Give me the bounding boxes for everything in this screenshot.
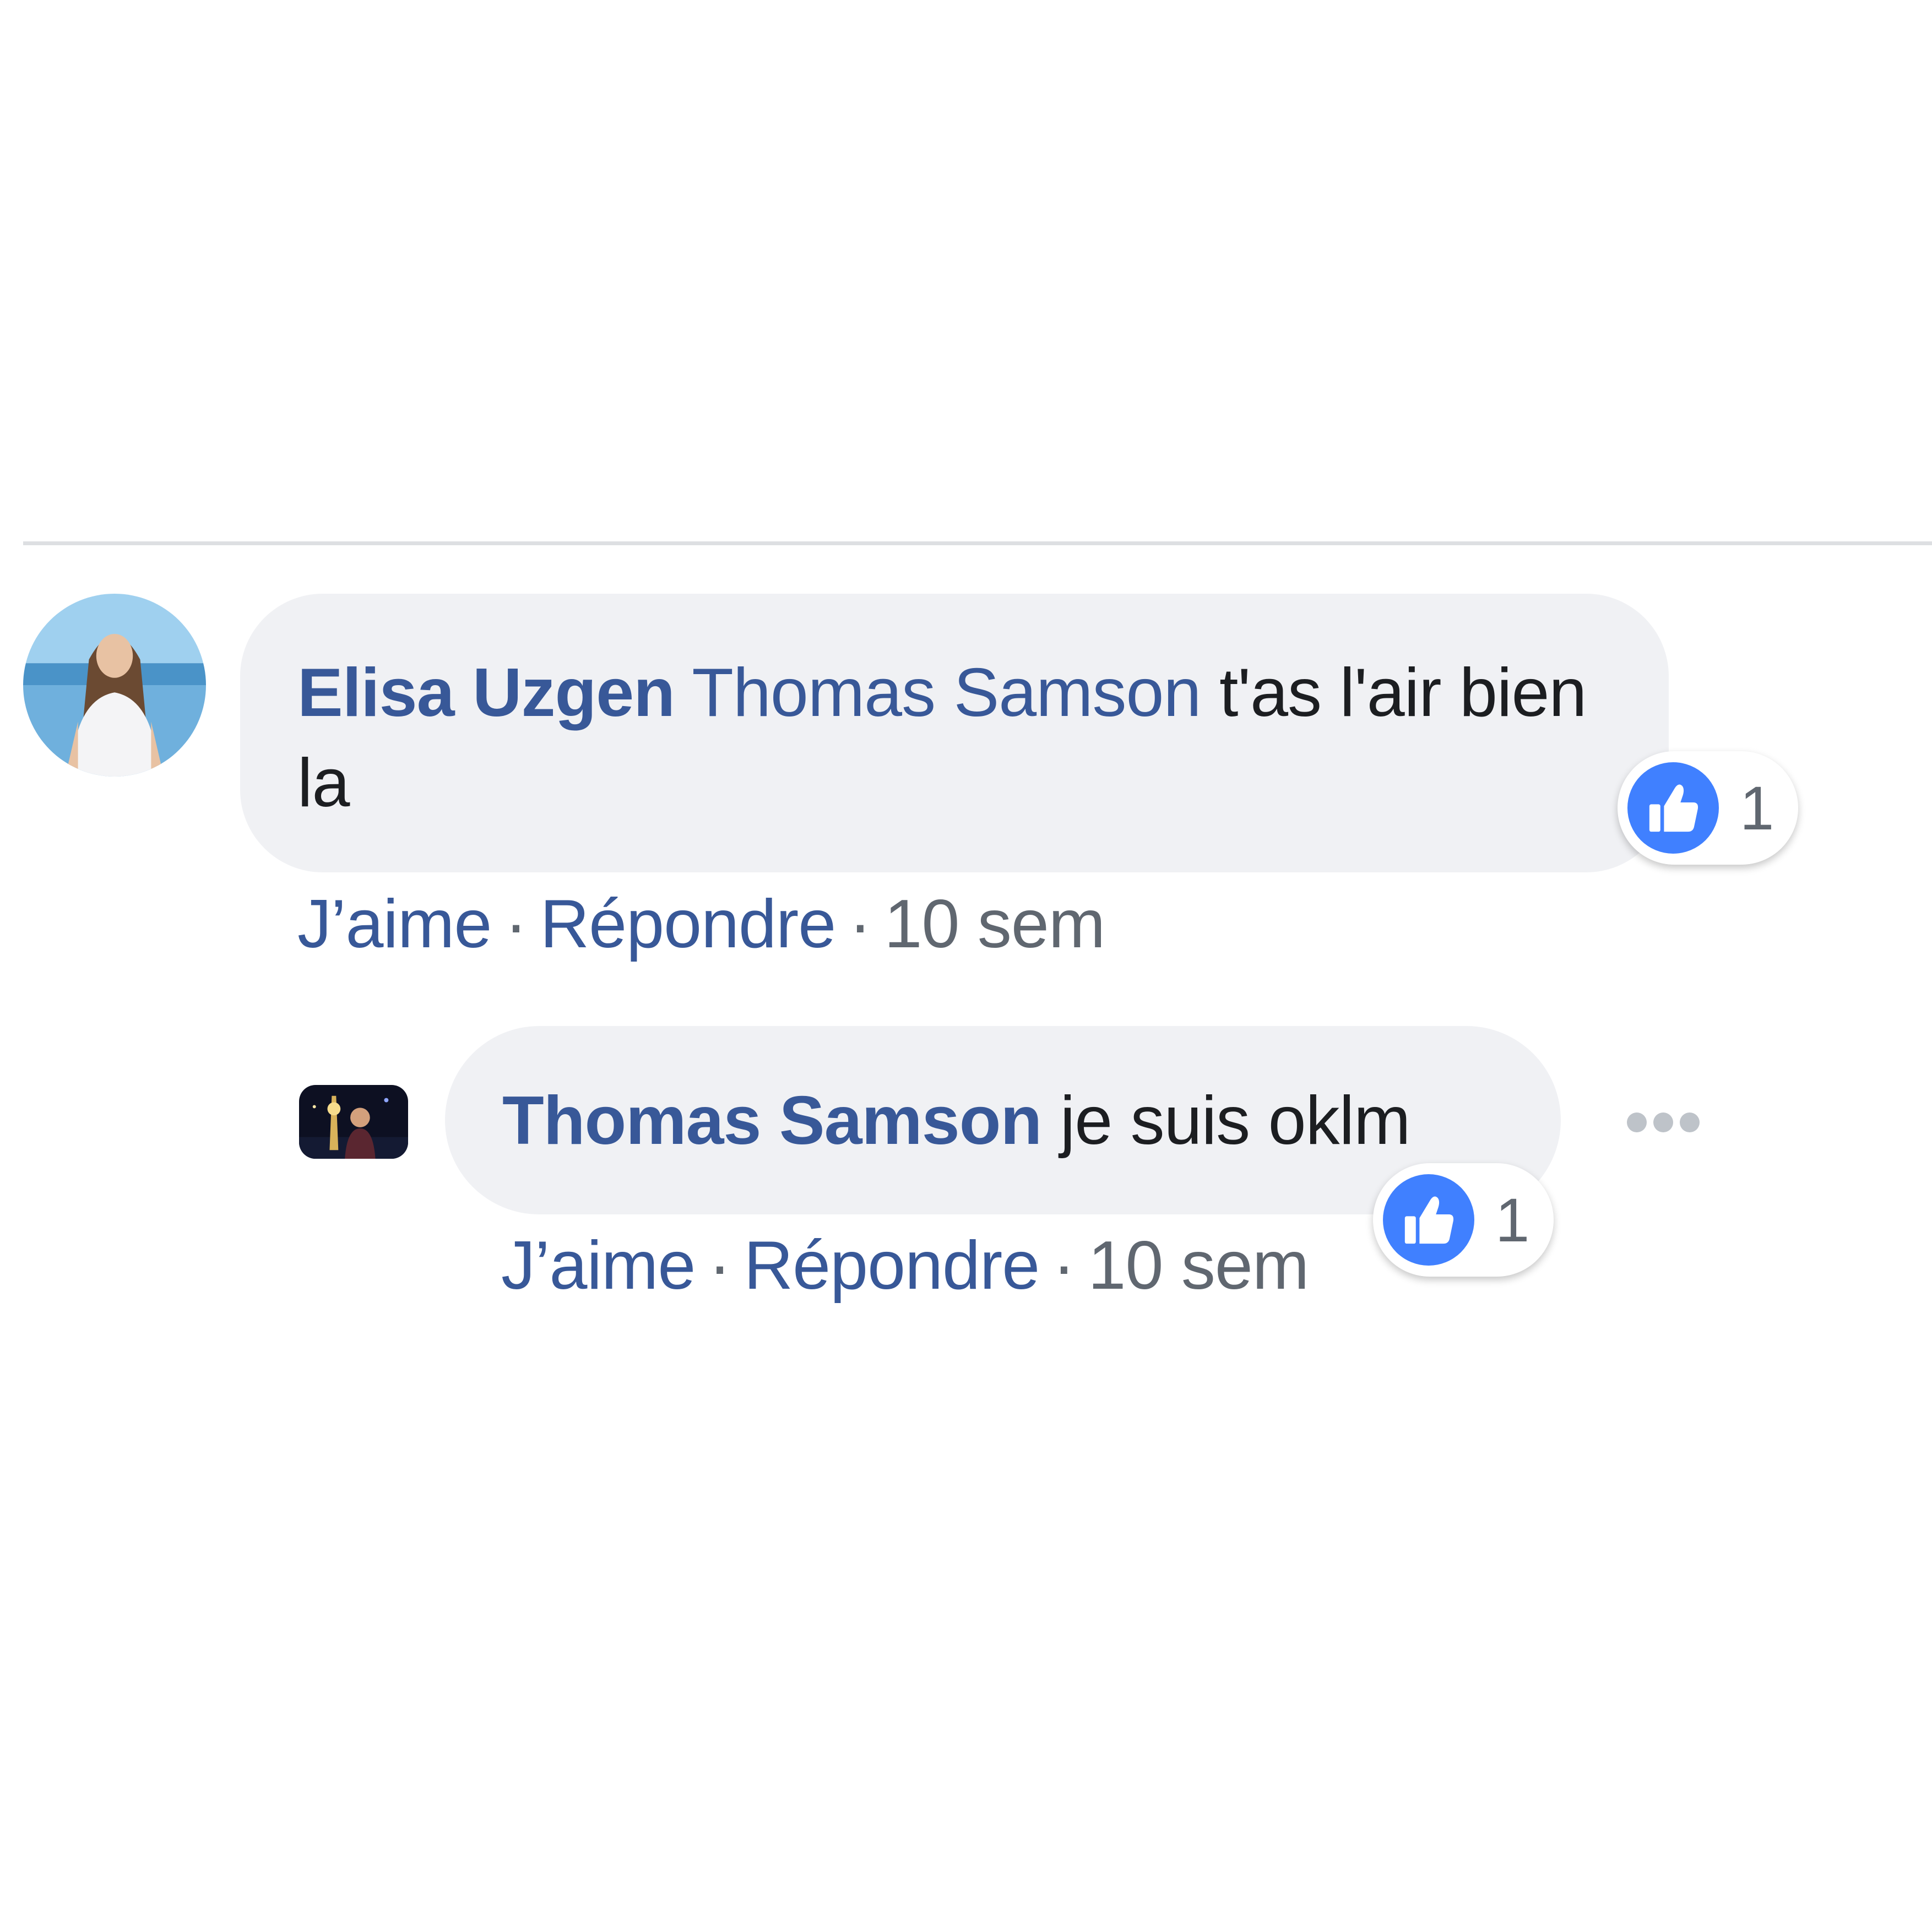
separator-dot: · (849, 886, 871, 962)
comment-text: je suis oklm (1060, 1083, 1411, 1159)
reaction-badge[interactable]: 1 (1373, 1163, 1554, 1277)
more-options-icon[interactable] (1625, 1107, 1702, 1138)
comment-actions: J’aime · Répondre · 10 sem (501, 1224, 1309, 1307)
comment-bubble: Elisa Uzgen Thomas Samson t'as l'air bie… (240, 594, 1669, 872)
avatar[interactable] (23, 594, 206, 777)
like-link[interactable]: J’aime (501, 1228, 696, 1304)
separator-dot: · (708, 1228, 731, 1304)
avatar-photo (299, 1085, 408, 1159)
reply-link[interactable]: Répondre (540, 886, 837, 962)
thumbs-up-icon (1383, 1174, 1474, 1266)
timestamp[interactable]: 10 sem (884, 886, 1106, 962)
thumbs-up-icon (1627, 762, 1719, 854)
separator-dot: · (504, 886, 527, 962)
comment-author[interactable]: Elisa Uzgen (297, 655, 675, 731)
reaction-count: 1 (1740, 774, 1774, 843)
avatar-photo (23, 594, 206, 777)
section-divider (23, 541, 1932, 545)
reaction-badge[interactable]: 1 (1618, 751, 1798, 865)
avatar[interactable] (299, 1085, 408, 1159)
reply-link[interactable]: Répondre (744, 1228, 1040, 1304)
comment-mention[interactable]: Thomas Samson (692, 655, 1201, 731)
comment-author[interactable]: Thomas Samson (502, 1083, 1042, 1159)
separator-dot: · (1052, 1228, 1075, 1304)
like-link[interactable]: J’aime (297, 886, 492, 962)
timestamp[interactable]: 10 sem (1088, 1228, 1310, 1304)
reaction-count: 1 (1495, 1186, 1530, 1255)
comment-actions: J’aime · Répondre · 10 sem (297, 883, 1105, 965)
